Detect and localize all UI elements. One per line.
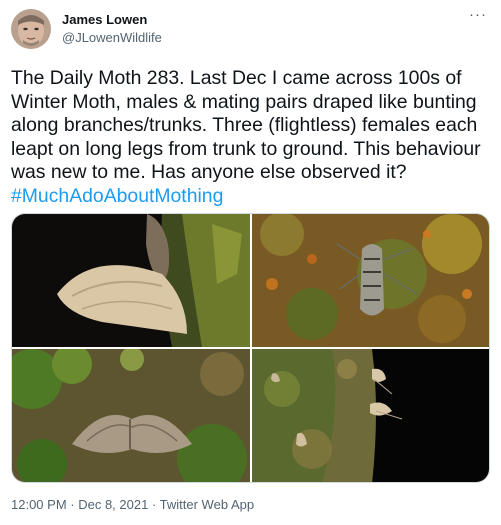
photo-1[interactable] [12,214,250,347]
meta-separator: · [66,497,79,512]
tweet-card: James Lowen @JLowenWildlife ··· The Dail… [0,0,501,525]
more-options-icon[interactable]: ··· [469,6,487,23]
tweet-time[interactable]: 12:00 PM [11,497,67,512]
user-handle[interactable]: @JLowenWildlife [62,30,162,45]
avatar[interactable] [11,9,51,49]
photo-4[interactable] [252,349,489,482]
moth-photo-icon [12,349,250,482]
photo-2[interactable] [252,214,489,347]
photo-3[interactable] [12,349,250,482]
hashtag-link[interactable]: #MuchAdoAboutMothing [11,185,223,207]
tweet-text: The Daily Moth 283. Last Dec I came acro… [11,67,493,209]
meta-separator: · [148,497,160,512]
tweet-source[interactable]: Twitter Web App [160,497,254,512]
avatar-image [11,9,51,49]
moth-photo-icon [12,214,250,347]
display-name[interactable]: James Lowen [62,12,147,27]
tweet-meta: 12:00 PM · Dec 8, 2021 · Twitter Web App [11,497,254,512]
media-grid [11,213,490,483]
tweet-date[interactable]: Dec 8, 2021 [78,497,148,512]
tweet-body: The Daily Moth 283. Last Dec I came acro… [11,67,481,184]
moth-photo-icon [252,349,489,482]
moth-photo-icon [252,214,489,347]
